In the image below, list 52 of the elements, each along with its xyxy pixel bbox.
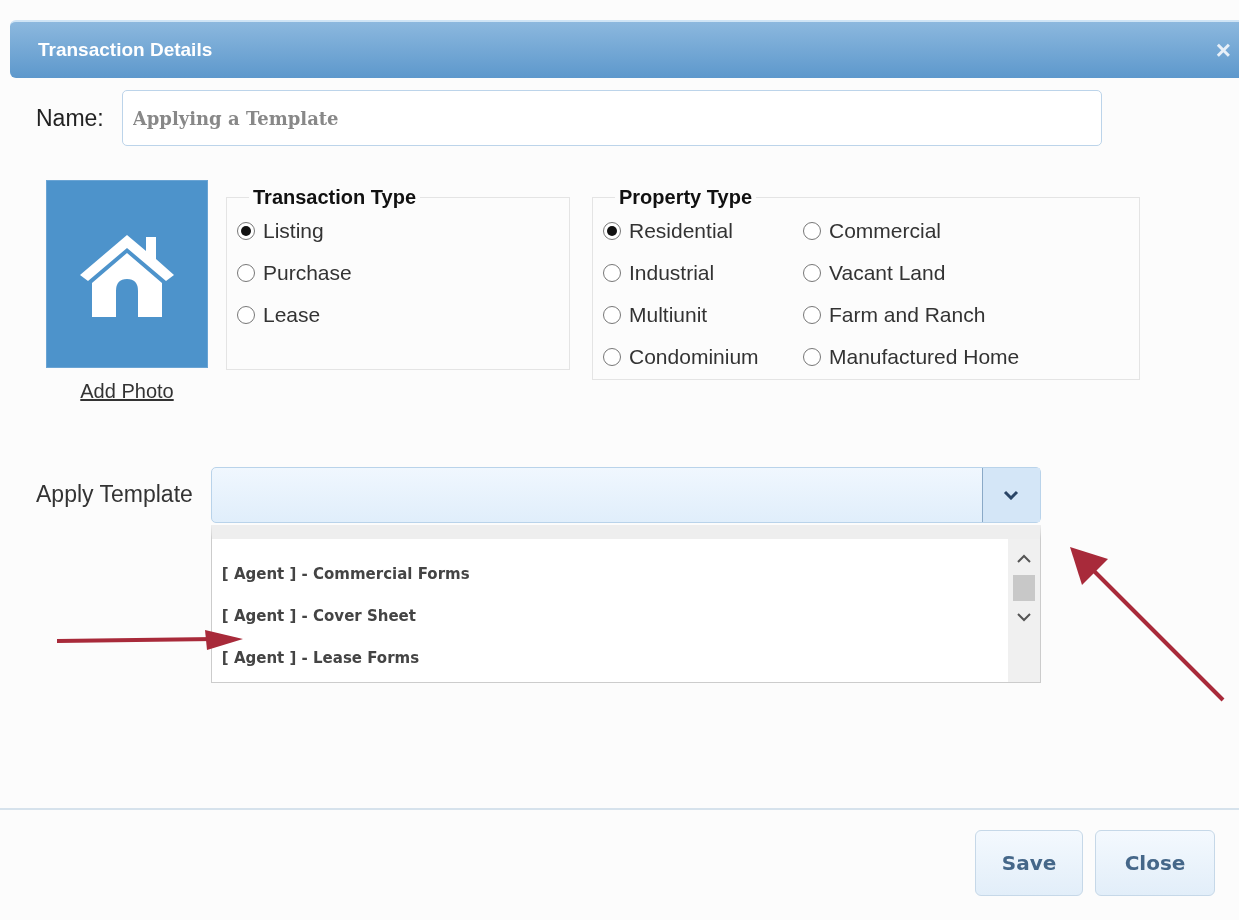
radio-button[interactable]: [603, 264, 621, 282]
radio-option[interactable]: Multiunit: [603, 303, 803, 327]
radio-button[interactable]: [237, 222, 255, 240]
close-dialog-button[interactable]: Close: [1095, 830, 1215, 896]
scrollbar[interactable]: [1007, 539, 1040, 682]
dropdown-option[interactable]: [ Agent ] - Cover Sheet: [221, 595, 1008, 637]
property-type-legend: Property Type: [615, 186, 756, 209]
scroll-down-icon[interactable]: [1015, 611, 1032, 623]
radio-option[interactable]: Commercial: [803, 219, 1043, 243]
radio-label: Multiunit: [629, 303, 708, 327]
radio-label: Purchase: [263, 261, 352, 285]
radio-option[interactable]: Condominium: [603, 345, 803, 369]
name-label: Name:: [36, 104, 104, 132]
chevron-down-icon: [1003, 490, 1020, 500]
dropdown-option[interactable]: [ Agent ] - Lease Forms: [221, 637, 1008, 679]
radio-button[interactable]: [803, 348, 821, 366]
dropdown-option[interactable]: [ Agent ] - Commercial Forms: [221, 553, 1008, 595]
radio-label: Industrial: [629, 261, 715, 285]
radio-option[interactable]: Manufactured Home: [803, 345, 1043, 369]
radio-option[interactable]: Farm and Ranch: [803, 303, 1043, 327]
radio-button[interactable]: [603, 222, 621, 240]
radio-option[interactable]: Vacant Land: [803, 261, 1043, 285]
radio-button[interactable]: [803, 222, 821, 240]
radio-label: Listing: [263, 219, 324, 243]
radio-option[interactable]: Lease: [237, 303, 559, 327]
radio-option[interactable]: Purchase: [237, 261, 559, 285]
radio-button[interactable]: [237, 264, 255, 282]
radio-option[interactable]: Residential: [603, 219, 803, 243]
radio-label: Lease: [263, 303, 321, 327]
apply-template-label: Apply Template: [36, 481, 193, 508]
transaction-type-legend: Transaction Type: [249, 186, 420, 209]
radio-button[interactable]: [803, 264, 821, 282]
radio-label: Manufactured Home: [829, 345, 1020, 369]
scrollbar-thumb[interactable]: [1012, 575, 1035, 601]
photo-tile[interactable]: [46, 180, 208, 368]
radio-option[interactable]: Industrial: [603, 261, 803, 285]
radio-button[interactable]: [603, 306, 621, 324]
radio-option[interactable]: Listing: [237, 219, 559, 243]
dialog-title: Transaction Details: [38, 39, 213, 61]
radio-button[interactable]: [603, 348, 621, 366]
name-input-field[interactable]: Applying a Template: [121, 90, 1102, 146]
radio-label: Residential: [629, 219, 733, 243]
radio-label: Vacant Land: [829, 261, 946, 285]
radio-label: Condominium: [629, 345, 759, 369]
dropdown-button[interactable]: [981, 468, 1040, 522]
radio-button[interactable]: [803, 306, 821, 324]
radio-button[interactable]: [237, 306, 255, 324]
add-photo-link[interactable]: Add Photo: [80, 380, 174, 403]
save-button[interactable]: Save: [975, 830, 1083, 896]
scroll-up-icon[interactable]: [1015, 553, 1032, 565]
radio-label: Farm and Ranch: [829, 303, 986, 327]
radio-label: Commercial: [829, 219, 941, 243]
